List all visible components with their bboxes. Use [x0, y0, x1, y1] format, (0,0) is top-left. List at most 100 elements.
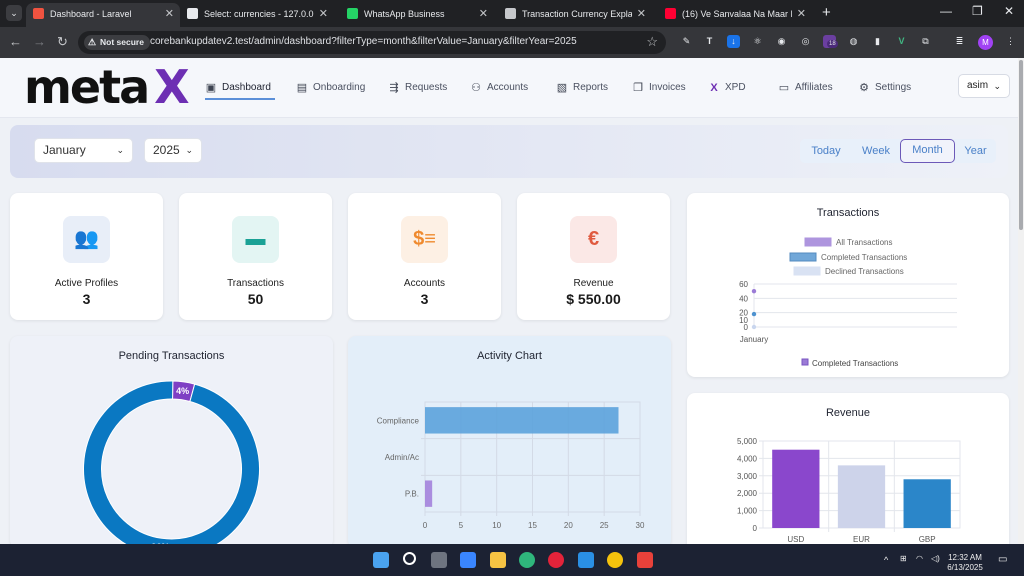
user-menu-dropdown[interactable]: asim ⌄ [958, 74, 1010, 98]
restore-icon[interactable]: ❐ [972, 4, 983, 18]
period-button[interactable]: Year [955, 139, 996, 163]
vue-devtools-icon[interactable]: V [895, 35, 908, 48]
period-button[interactable]: Week [852, 139, 900, 163]
vscode-icon[interactable] [578, 552, 594, 568]
legend-item[interactable]: Declined Transactions [793, 266, 904, 276]
browser-tab[interactable]: (16) Ve Sanvalaa Na Maar N ✕ [658, 3, 812, 27]
y-tick-label: 4,000 [737, 454, 758, 463]
browser-tab[interactable]: Select: currencies - 127.0.0.1:33 ✕ [180, 3, 334, 27]
volume-icon[interactable]: ◁) [931, 554, 940, 563]
tab-title: WhatsApp Business [364, 9, 445, 19]
nav-item[interactable]: X XPD [708, 78, 756, 98]
url-text[interactable]: corebankupdatev2.test/admin/dashboard?fi… [150, 36, 577, 47]
tab-close-icon[interactable]: ✕ [479, 3, 488, 25]
revenue-bar[interactable] [837, 465, 886, 528]
herd-icon[interactable] [637, 552, 653, 568]
tab-close-icon[interactable]: ✕ [165, 3, 174, 25]
globe-icon[interactable]: ◍ [847, 35, 860, 48]
react-devtools-icon[interactable]: ⚛ [751, 35, 764, 48]
task-view-icon[interactable] [431, 552, 447, 568]
tab-close-icon[interactable]: ✕ [797, 3, 806, 25]
nav-item-label: Requests [405, 82, 448, 93]
browser-tab[interactable]: Transaction Currency Explanatio ✕ [498, 3, 652, 27]
bookmark-star-icon[interactable]: ☆ [646, 34, 658, 50]
new-tab-button[interactable]: + [822, 4, 831, 21]
nav-item[interactable]: ▧ Reports [556, 78, 611, 98]
gear-icon: ⚙ [859, 82, 869, 94]
period-button[interactable]: Month [900, 139, 955, 163]
tab-favicon-icon [187, 8, 198, 19]
nav-item[interactable]: ▣ Dashboard [205, 78, 275, 100]
legend-item[interactable]: Completed Transactions [801, 358, 898, 368]
tab-close-icon[interactable]: ✕ [637, 3, 646, 25]
eyedropper-icon[interactable]: ✎ [680, 35, 693, 48]
series-point[interactable] [751, 324, 757, 330]
nav-item[interactable]: ⚇ Accounts [470, 78, 535, 98]
period-button[interactable]: Today [800, 139, 852, 163]
donut-slice[interactable] [83, 380, 260, 548]
browser-tab[interactable]: WhatsApp Business ✕ [340, 3, 494, 27]
metax-logo[interactable]: meta X [24, 60, 190, 114]
close-window-icon[interactable]: ✕ [1004, 4, 1014, 18]
x-tick-label: 20 [564, 521, 573, 530]
nav-item[interactable]: ⚙ Settings [858, 78, 918, 98]
download-extension-icon[interactable]: ↓ [727, 35, 740, 48]
tray-chevron-icon[interactable]: ^ [884, 555, 888, 565]
start-menu-icon[interactable] [373, 552, 389, 568]
x-tick-label: 30 [636, 521, 645, 530]
wifi-icon[interactable]: ◠ [916, 554, 923, 563]
text-tool-icon[interactable]: T [703, 35, 716, 48]
not-secure-chip[interactable]: Not secure [84, 35, 150, 50]
extension-badge-icon[interactable]: 18 [823, 35, 838, 48]
edge-icon[interactable] [519, 552, 535, 568]
forward-icon[interactable]: → [33, 34, 46, 49]
nav-item[interactable]: ⇶ Requests [388, 78, 453, 98]
address-bar[interactable]: Not secure corebankupdatev2.test/admin/d… [78, 31, 666, 54]
activity-bar[interactable] [425, 480, 433, 507]
tab-search-button[interactable]: ⌄ [6, 5, 22, 21]
activity-bar[interactable] [425, 407, 619, 434]
target-icon[interactable]: ◎ [799, 35, 812, 48]
clock-date[interactable]: 6/13/2025 [945, 563, 985, 572]
reading-list-icon[interactable]: ≣ [953, 35, 966, 48]
nav-item[interactable]: ▭ Affiliates [778, 78, 838, 98]
nav-item[interactable]: ▤ Onboarding [296, 78, 371, 98]
year-select[interactable]: 2025 ⌄ [144, 138, 202, 163]
series-point[interactable] [751, 288, 757, 294]
reload-icon[interactable]: ↻ [57, 34, 68, 50]
logo-text: meta [24, 60, 150, 114]
clock-time[interactable]: 12:32 AM [945, 553, 985, 562]
revenue-bar[interactable] [903, 479, 951, 528]
page-scrollbar[interactable] [1018, 58, 1024, 544]
chevron-down-icon: ⌄ [185, 145, 193, 155]
minimize-icon[interactable]: — [940, 4, 952, 18]
logo-accent: X [154, 60, 189, 114]
notification-icon[interactable]: ▭ [998, 554, 1007, 565]
nav-item[interactable]: ❐ Invoices [632, 78, 692, 98]
y-tick-label: 5,000 [737, 437, 758, 446]
month-select[interactable]: January ⌄ [34, 138, 133, 163]
legend-label: Completed Transactions [821, 253, 907, 262]
users-icon: ⚇ [471, 82, 481, 94]
file-explorer-icon[interactable] [490, 552, 506, 568]
revenue-bar[interactable] [772, 449, 820, 528]
chrome-icon[interactable] [607, 552, 623, 568]
opera-icon[interactable] [548, 552, 564, 568]
widgets-icon[interactable] [460, 552, 476, 568]
legend-item[interactable]: Completed Transactions [789, 252, 907, 262]
browser-menu-icon[interactable]: ⋮ [1004, 35, 1017, 48]
back-icon[interactable]: ← [9, 34, 22, 49]
legend-item[interactable]: All Transactions [804, 237, 892, 247]
browser-profile-avatar[interactable]: M [978, 35, 993, 50]
notes-icon[interactable]: ▮ [871, 35, 884, 48]
tab-close-icon[interactable]: ✕ [319, 3, 328, 25]
pending-donut-chart: 0.0%4%96% [83, 380, 260, 548]
extensions-puzzle-icon[interactable]: ⧉ [919, 35, 932, 48]
activity-bar-chart: 0 5 10 15 20 25 30 Compliance Admin/Ac P.B. [377, 401, 645, 530]
browser-tab[interactable]: Dashboard - Laravel ✕ [26, 3, 180, 27]
record-icon[interactable]: ◉ [775, 35, 788, 48]
search-icon[interactable] [403, 552, 416, 565]
series-point[interactable] [751, 311, 757, 317]
scrollbar-thumb[interactable] [1019, 60, 1023, 230]
language-icon[interactable]: ⊞ [900, 554, 907, 563]
